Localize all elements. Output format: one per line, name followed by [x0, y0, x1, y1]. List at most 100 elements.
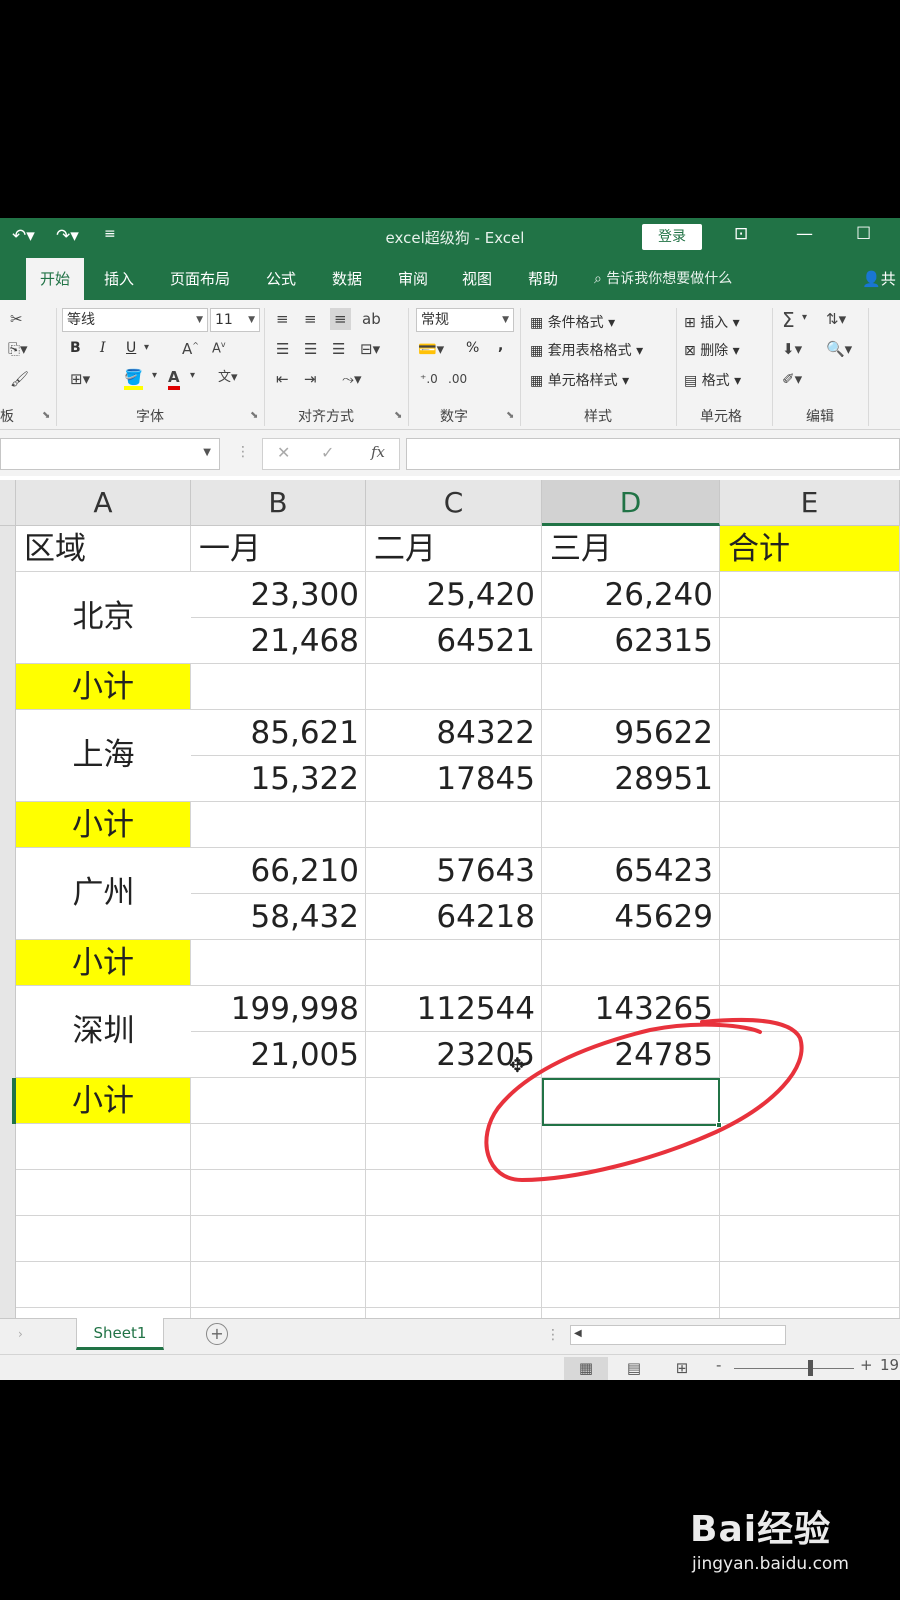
chevron-down-icon[interactable]: ▾ [152, 370, 157, 381]
value-cell[interactable]: 66,210 [191, 848, 365, 893]
chevron-down-icon[interactable]: ▾ [802, 312, 807, 323]
align-top-icon[interactable]: ≡ [276, 310, 289, 328]
column-header-a[interactable]: A [16, 480, 191, 526]
tab-help[interactable]: 帮助 [528, 258, 558, 300]
sheet-tab-sheet1[interactable]: Sheet1 [76, 1318, 164, 1350]
login-button[interactable]: 登录 [642, 224, 702, 250]
column-header-d[interactable]: D [542, 480, 720, 526]
wrap-text-icon[interactable]: ⊟▾ [360, 340, 380, 358]
row-headers[interactable] [0, 526, 16, 1340]
format-painter-icon[interactable]: 🖌 [10, 370, 29, 388]
value-cell[interactable]: 21,468 [191, 618, 365, 663]
align-right-icon[interactable]: ☰ [332, 340, 345, 358]
value-cell[interactable]: 64218 [366, 894, 541, 939]
phonetic-guide-icon[interactable]: 文▾ [218, 366, 238, 385]
active-cell-D13[interactable] [542, 1078, 720, 1126]
value-cell[interactable]: 112544 [366, 986, 541, 1031]
value-cell[interactable]: 45629 [542, 894, 719, 939]
insert-function-icon[interactable]: fx [371, 443, 385, 461]
column-header-e[interactable]: E [720, 480, 900, 526]
font-name-combo[interactable]: 等线 ▼ [62, 308, 208, 332]
align-bottom-icon[interactable]: ≡ [330, 308, 351, 330]
tab-view[interactable]: 视图 [462, 258, 492, 300]
sort-filter-icon[interactable]: ⇅▾ [826, 310, 846, 328]
header-cell-d[interactable]: 三月 [542, 526, 719, 571]
underline-button[interactable]: U [126, 340, 136, 356]
formula-input[interactable] [406, 438, 900, 470]
align-middle-icon[interactable]: ≡ [304, 310, 317, 328]
region-cell[interactable]: 上海 [16, 710, 191, 801]
enter-icon[interactable]: ✓ [321, 443, 334, 462]
splitter-dots-icon[interactable]: ⋮ [236, 444, 250, 460]
page-layout-view-icon[interactable]: ▤ [612, 1357, 656, 1380]
add-sheet-icon[interactable]: + [206, 1323, 228, 1345]
decrease-font-icon[interactable]: Av [212, 340, 226, 356]
decrease-indent-icon[interactable]: ⇤ [276, 370, 289, 388]
region-cell[interactable]: 深圳 [16, 986, 191, 1077]
minimize-icon[interactable]: — [796, 224, 813, 244]
table-format-button[interactable]: ▦ 套用表格格式 ▾ [530, 340, 643, 360]
maximize-icon[interactable]: ☐ [856, 224, 871, 244]
tab-review[interactable]: 审阅 [398, 258, 428, 300]
align-left-icon[interactable]: ☰ [276, 340, 289, 358]
select-all-corner[interactable] [0, 480, 16, 526]
header-cell-a[interactable]: 区域 [16, 526, 190, 571]
zoom-out-icon[interactable]: - [716, 1356, 721, 1374]
splitter-dots-icon[interactable]: ⋮ [546, 1327, 560, 1343]
cancel-icon[interactable]: ✕ [277, 443, 290, 462]
find-select-icon[interactable]: 🔍▾ [826, 340, 852, 358]
chevron-down-icon[interactable]: ▾ [144, 342, 149, 353]
cell-style-button[interactable]: ▦ 单元格样式 ▾ [530, 370, 629, 390]
subtotal-cell[interactable]: 小计 [16, 940, 190, 985]
italic-button[interactable]: I [100, 340, 106, 356]
accounting-format-icon[interactable]: 💳▾ [418, 340, 444, 358]
increase-font-icon[interactable]: A^ [182, 340, 199, 358]
font-launcher-icon[interactable]: ⬊ [250, 410, 258, 421]
ribbon-display-icon[interactable]: ⊡ [734, 224, 748, 244]
tell-me-search[interactable]: ⌕ 告诉我你想要做什么 [594, 258, 732, 300]
tab-home[interactable]: 开始 [26, 258, 85, 300]
conditional-format-button[interactable]: ▦ 条件格式 ▾ [530, 312, 615, 332]
customize-quick-access-icon[interactable]: ≡ [104, 226, 116, 242]
value-cell[interactable]: 62315 [542, 618, 719, 663]
column-header-c[interactable]: C [366, 480, 542, 526]
value-cell[interactable]: 15,322 [191, 756, 365, 801]
increase-decimal-icon[interactable]: ⁺.0 [420, 372, 438, 386]
tab-page-layout[interactable]: 页面布局 [170, 258, 230, 300]
tab-data[interactable]: 数据 [332, 258, 362, 300]
horizontal-scrollbar[interactable]: ◀ [570, 1325, 786, 1345]
region-cell[interactable]: 北京 [16, 572, 191, 663]
tab-insert[interactable]: 插入 [104, 258, 134, 300]
fill-color-icon[interactable]: 🪣 [124, 368, 143, 390]
fill-handle[interactable] [716, 1122, 722, 1128]
value-cell[interactable]: 85,621 [191, 710, 365, 755]
value-cell[interactable]: 17845 [366, 756, 541, 801]
chevron-down-icon[interactable]: ▾ [190, 370, 195, 381]
undo-icon[interactable]: ↶▾ [12, 226, 35, 246]
subtotal-cell[interactable]: 小计 [16, 664, 190, 709]
align-center-icon[interactable]: ☰ [304, 340, 317, 358]
scroll-left-icon[interactable]: ◀ [574, 1328, 582, 1339]
header-cell-e[interactable]: 合计 [720, 526, 899, 571]
value-cell[interactable]: 58,432 [191, 894, 365, 939]
zoom-in-icon[interactable]: + [860, 1356, 873, 1374]
value-cell[interactable]: 64521 [366, 618, 541, 663]
header-cell-b[interactable]: 一月 [191, 526, 365, 571]
fill-down-icon[interactable]: ⬇▾ [782, 340, 802, 358]
number-launcher-icon[interactable]: ⬊ [506, 410, 514, 421]
share-button[interactable]: 👤共 [862, 258, 896, 300]
zoom-level[interactable]: 19 [880, 1356, 899, 1374]
copy-icon[interactable]: ⎘▾ [8, 340, 28, 358]
increase-indent-icon[interactable]: ⇥ [304, 370, 317, 388]
column-header-b[interactable]: B [191, 480, 366, 526]
normal-view-icon[interactable]: ▦ [564, 1357, 608, 1380]
header-cell-c[interactable]: 二月 [366, 526, 541, 571]
autosum-icon[interactable]: Σ [782, 308, 795, 332]
zoom-slider-thumb[interactable] [808, 1360, 813, 1376]
page-break-view-icon[interactable]: ⊞ [660, 1357, 704, 1380]
font-color-icon[interactable]: A [168, 368, 180, 390]
percent-button[interactable]: % [466, 340, 479, 356]
format-cells-button[interactable]: ▤ 格式 ▾ [684, 370, 741, 390]
value-cell[interactable]: 28951 [542, 756, 719, 801]
value-cell[interactable]: 21,005 [191, 1032, 365, 1077]
